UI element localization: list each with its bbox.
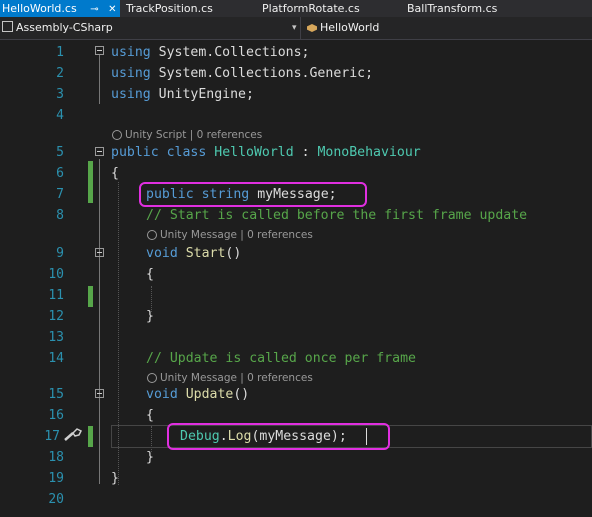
code-line: 10 { <box>0 264 592 285</box>
tab-label: PlatformRotate.cs <box>262 2 360 15</box>
chevron-down-icon[interactable]: ▾ <box>292 17 297 39</box>
code-line: 15 void Update() <box>0 384 592 405</box>
code-text: } <box>146 309 154 324</box>
class-icon <box>307 24 317 32</box>
tab-label: HelloWorld.cs <box>2 2 77 15</box>
codelens-text: Unity Message | 0 references <box>160 229 313 241</box>
line-number: 10 <box>48 267 64 282</box>
tab-balltransform[interactable]: BallTransform.cs <box>407 0 497 17</box>
code-line: 3 using UnityEngine; <box>0 84 592 105</box>
code-line: 9 void Start() <box>0 243 592 264</box>
code-line: 11 <box>0 285 592 306</box>
close-icon[interactable]: ✕ <box>108 1 116 18</box>
code-editor[interactable]: 1 using System.Collections; 2 using Syst… <box>0 40 592 517</box>
tab-helloworld[interactable]: HelloWorld.cs ⊸ ✕ <box>0 0 120 17</box>
code-line: 1 using System.Collections; <box>0 42 592 63</box>
highlight-box <box>139 182 367 207</box>
code-line: 13 <box>0 327 592 348</box>
line-number: 7 <box>56 187 64 202</box>
line-number: 13 <box>48 330 64 345</box>
text-caret <box>366 428 367 445</box>
code-line: 20 <box>0 489 592 510</box>
code-line: 6 { <box>0 163 592 184</box>
code-text: { <box>111 166 119 181</box>
code-line: 8 // Start is called before the first fr… <box>0 205 592 226</box>
member-dropdown[interactable]: HelloWorld <box>300 17 592 39</box>
line-number: 14 <box>48 351 64 366</box>
line-number: 1 <box>56 45 64 60</box>
code-line: 14 // Update is called once per frame <box>0 348 592 369</box>
line-number: 17 <box>44 429 60 444</box>
line-number: 2 <box>56 66 64 81</box>
codelens-start[interactable]: Unity Message | 0 references <box>0 226 592 244</box>
code-line: 5 public class HelloWorld : MonoBehaviou… <box>0 142 592 163</box>
line-number: 5 <box>56 145 64 160</box>
code-text: // Start is called before the first fram… <box>146 208 528 223</box>
line-number: 12 <box>48 309 64 324</box>
code-text: { <box>146 267 154 282</box>
line-number: 11 <box>48 288 64 303</box>
code-text: void Start() <box>146 246 242 261</box>
code-text: void Update() <box>146 387 250 402</box>
line-number: 20 <box>48 492 64 507</box>
line-number: 6 <box>56 166 64 181</box>
code-line: 12 } <box>0 306 592 327</box>
code-text: public class HelloWorld : MonoBehaviour <box>111 145 421 160</box>
project-dropdown[interactable]: Assembly-CSharp ▾ <box>0 17 300 39</box>
pin-icon[interactable]: ⊸ <box>90 1 98 18</box>
line-number: 8 <box>56 208 64 223</box>
line-number: 3 <box>56 87 64 102</box>
tab-label: BallTransform.cs <box>407 2 498 15</box>
line-number: 19 <box>48 471 64 486</box>
unity-icon <box>147 373 157 383</box>
unity-icon <box>147 230 157 240</box>
code-line: 2 using System.Collections.Generic; <box>0 63 592 84</box>
line-number: 18 <box>48 450 64 465</box>
code-text: using System.Collections; <box>111 45 310 60</box>
line-number: 9 <box>56 246 64 261</box>
tab-trackposition[interactable]: TrackPosition.cs <box>126 0 213 17</box>
code-text: // Update is called once per frame <box>146 351 416 366</box>
tab-platformrotate[interactable]: PlatformRotate.cs <box>262 0 360 17</box>
code-line: 19 } <box>0 468 592 489</box>
code-text: } <box>111 471 119 486</box>
navigation-bar: Assembly-CSharp ▾ HelloWorld <box>0 17 592 40</box>
project-name: Assembly-CSharp <box>16 21 113 34</box>
code-line: 4 <box>0 105 592 126</box>
code-text: } <box>146 450 154 465</box>
code-text: { <box>146 408 154 423</box>
tab-label: TrackPosition.cs <box>126 2 213 15</box>
highlight-box <box>167 423 390 450</box>
member-name: HelloWorld <box>320 21 380 34</box>
unity-icon <box>112 130 122 140</box>
code-line: 18 } <box>0 447 592 468</box>
code-text: using UnityEngine; <box>111 87 254 102</box>
line-number: 4 <box>56 108 64 123</box>
tab-strip: HelloWorld.cs ⊸ ✕ TrackPosition.cs Platf… <box>0 0 592 17</box>
project-icon <box>2 21 13 32</box>
line-number: 15 <box>48 387 64 402</box>
line-number: 16 <box>48 408 64 423</box>
screwdriver-icon[interactable] <box>63 427 83 443</box>
code-text: using System.Collections.Generic; <box>111 66 374 81</box>
